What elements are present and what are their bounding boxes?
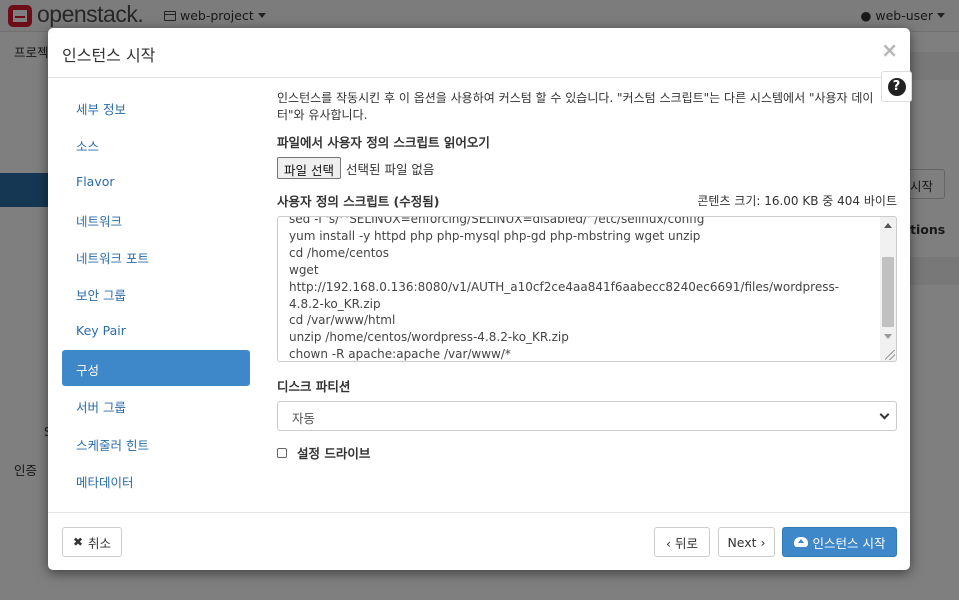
modal-footer: ✖ 취소 ‹ 뒤로 Next › 인스턴스 시작 (48, 512, 910, 570)
launch-label: 인스턴스 시작 (812, 535, 886, 551)
wizard-nav: 세부 정보 소스 Flavor 네트워크 네트워크 포트 보안 그룹 Key P… (62, 89, 250, 499)
nav-item-details[interactable]: 세부 정보 (62, 89, 250, 125)
chevron-down-icon (879, 409, 890, 420)
scroll-down-icon[interactable] (884, 334, 892, 339)
file-load-label: 파일에서 사용자 정의 스크립트 읽어오기 (277, 135, 490, 150)
custom-script-textarea[interactable]: sed -i 's/^SELINUX=enforcing/SELINUX=dis… (277, 216, 897, 362)
script-header: 사용자 정의 스크립트 (수정됨) 콘텐츠 크기: 16.00 KB 중 404… (277, 191, 897, 210)
nav-item-source[interactable]: 소스 (62, 126, 250, 162)
launch-instance-button[interactable]: 인스턴스 시작 (782, 527, 897, 557)
intro-text: 인스턴스를 작동시킨 후 이 옵션을 사용하여 커스텀 할 수 있습니다. "커… (277, 91, 874, 122)
content-size-text: 콘텐츠 크기: 16.00 KB 중 404 바이트 (697, 194, 897, 208)
nav-item-key-pair[interactable]: Key Pair (62, 313, 250, 349)
nav-item-configuration[interactable]: 구성 (62, 350, 250, 387)
cancel-button[interactable]: ✖ 취소 (62, 527, 122, 557)
disk-partition-label: 디스크 파티션 (277, 379, 351, 394)
config-drive-row[interactable]: 설정 드라이브 (277, 443, 897, 462)
custom-script-label: 사용자 정의 스크립트 (수정됨) (277, 194, 440, 209)
file-status: 선택된 파일 없음 (345, 161, 435, 177)
back-button[interactable]: ‹ 뒤로 (654, 527, 710, 557)
scroll-thumb[interactable] (882, 257, 894, 327)
close-icon[interactable]: × (881, 38, 898, 62)
nav-item-network-ports[interactable]: 네트워크 포트 (62, 238, 250, 274)
cloud-upload-icon (793, 537, 808, 547)
script-scrollbar[interactable] (880, 217, 896, 361)
nav-item-server-groups[interactable]: 서버 그룹 (62, 387, 250, 423)
config-drive-checkbox[interactable] (277, 447, 287, 458)
nav-item-metadata[interactable]: 메타데이터 (62, 462, 250, 498)
choose-file-button[interactable]: 파일 선택 (277, 157, 341, 179)
resize-handle-icon[interactable] (885, 350, 895, 360)
modal-title: 인스턴스 시작 (62, 46, 156, 65)
scroll-up-icon[interactable] (884, 223, 892, 228)
file-input-row: 파일 선택 선택된 파일 없음 (277, 157, 897, 179)
launch-instance-modal: 인스턴스 시작 × ? 세부 정보 소스 Flavor 네트워크 네트워크 포트… (48, 28, 912, 570)
configuration-panel: 인스턴스를 작동시킨 후 이 옵션을 사용하여 커스텀 할 수 있습니다. "커… (277, 90, 897, 462)
disk-partition-select[interactable]: 자동 (277, 401, 897, 431)
nav-item-networks[interactable]: 네트워크 (62, 201, 250, 237)
close-icon: ✖ (72, 535, 84, 549)
next-button[interactable]: Next › (718, 527, 775, 557)
nav-item-security-groups[interactable]: 보안 그룹 (62, 275, 250, 311)
cancel-label: 취소 (88, 535, 112, 551)
nav-item-flavor[interactable]: Flavor (62, 164, 250, 200)
disk-partition-value: 자동 (292, 411, 316, 426)
config-drive-label: 설정 드라이브 (297, 446, 371, 461)
script-content[interactable]: sed -i 's/^SELINUX=enforcing/SELINUX=dis… (289, 217, 869, 361)
modal-header: 인스턴스 시작 × (48, 28, 910, 78)
nav-item-scheduler-hints[interactable]: 스케줄러 힌트 (62, 425, 250, 461)
